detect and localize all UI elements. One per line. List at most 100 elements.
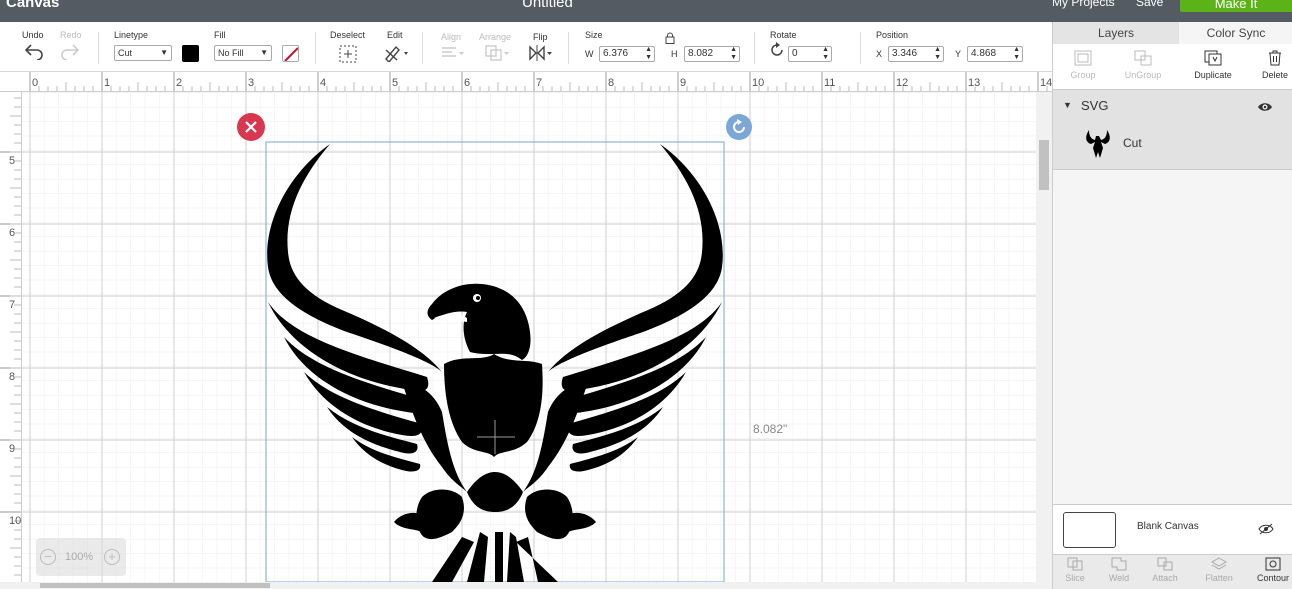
zoom-out-icon[interactable]: − [40,549,56,565]
rotate-input[interactable]: 0 ▲ ▼ [788,46,832,62]
height-dimension-label: 8.082" [753,422,788,436]
position-label: Position [876,30,909,40]
linetype-label: Linetype [114,30,149,40]
weld-button[interactable]: Weld [1097,557,1141,583]
chevron-down-icon: ▼ [160,48,168,57]
rotate-handle[interactable] [726,114,752,140]
ruler-label: 7 [536,77,542,89]
zoom-in-icon[interactable]: + [104,549,120,565]
position-x-input[interactable]: 3.346 ▲ ▼ [888,46,944,62]
ruler-label: 0 [32,77,38,89]
weld-icon [1097,557,1141,573]
attach-button[interactable]: Attach [1143,557,1187,583]
fill-color-swatch[interactable] [282,45,299,62]
scrollbar-thumb[interactable] [40,583,270,588]
save-link[interactable]: Save [1136,0,1163,9]
eye-hidden-icon[interactable] [1258,522,1274,540]
lock-icon[interactable] [665,32,675,47]
position-y-input[interactable]: 4.868 ▲ ▼ [967,46,1023,62]
linetype-select[interactable]: Cut ▼ [114,45,172,61]
contour-button[interactable]: Contour [1251,557,1292,583]
document-title[interactable]: Untitled [522,0,573,11]
ruler-label: 2 [176,77,182,89]
design-canvas[interactable]: 8.082" − 100% + [22,92,1036,582]
fill-select[interactable]: No Fill ▼ [214,45,272,61]
arrange-label: Arrange [479,32,512,42]
stepper-arrows-icon[interactable]: ▲ ▼ [730,46,737,62]
redo-icon[interactable] [60,42,80,65]
size-label: Size [585,30,603,40]
ungroup-button[interactable]: UnGroup [1113,50,1173,80]
vertical-ruler: 5 6 7 8 9 10 [0,92,22,589]
expand-caret-icon[interactable]: ▼ [1063,100,1072,110]
eagle-pupil [476,296,480,300]
scrollbar-thumb[interactable] [1039,140,1049,190]
ruler-label: 6 [464,77,470,89]
duplicate-button[interactable]: Duplicate [1183,50,1243,80]
edit-icon[interactable] [383,44,411,67]
slice-button[interactable]: Slice [1053,557,1097,583]
undo-label: Undo [22,30,44,40]
linetype-value: Cut [118,48,133,58]
x-label: X [876,49,883,59]
divider [568,32,569,64]
layers-panel: Layers Color Sync Group UnGroup Duplicat… [1052,22,1292,589]
arrange-icon[interactable] [484,44,512,67]
ruler-label: 4 [320,77,326,89]
make-it-button[interactable]: Make It [1180,0,1292,12]
layer-item-name: Cut [1123,136,1142,150]
layer-item-cut[interactable]: Cut [1053,122,1292,170]
my-projects-link[interactable]: My Projects [1052,0,1115,9]
height-input[interactable]: 8.082 ▲ ▼ [684,46,740,62]
divider [98,32,99,64]
ungroup-icon [1113,50,1173,70]
delete-label: Delete [1261,70,1288,80]
flatten-label: Flatten [1205,573,1233,583]
edit-toolbar: Undo Redo Linetype Cut ▼ Fill No Fill ▼ … [0,22,1052,72]
group-button[interactable]: Group [1053,50,1113,80]
width-input[interactable]: 6.376 ▲ ▼ [599,46,655,62]
stepper-arrows-icon[interactable]: ▲ ▼ [1013,46,1020,62]
height-value: 8.082 [688,48,714,59]
linetype-color-swatch[interactable] [182,45,199,62]
stepper-arrows-icon[interactable]: ▲ ▼ [645,46,652,62]
vertical-scrollbar[interactable] [1036,92,1052,582]
layer-group-svg[interactable]: ▼ SVG Cut [1053,90,1292,170]
horizontal-scrollbar[interactable] [0,582,1052,589]
stepper-arrows-icon[interactable]: ▲ ▼ [822,46,829,62]
zoom-control: − 100% + [36,538,126,576]
ruler-label: 8 [608,77,614,89]
stepper-arrows-icon[interactable]: ▲ ▼ [934,46,941,62]
zoom-level: 100% [65,551,94,563]
ruler-label: 12 [896,77,908,89]
ruler-label: 3 [248,77,254,89]
y-label: Y [955,49,962,59]
flatten-button[interactable]: Flatten [1197,557,1241,583]
duplicate-label: Duplicate [1194,70,1232,80]
tab-color-sync[interactable]: Color Sync [1179,22,1292,44]
align-label: Align [441,32,462,42]
eye-icon[interactable] [1257,100,1273,118]
deselect-label: Deselect [330,30,366,40]
tab-layers[interactable]: Layers [1053,22,1179,44]
slice-icon [1053,557,1097,573]
width-label: W [585,49,594,59]
deselect-icon[interactable] [338,44,358,69]
contour-icon [1251,557,1292,573]
height-label: H [671,49,678,59]
align-icon[interactable] [440,44,466,67]
ruler-label: 11 [824,77,835,89]
flip-icon[interactable] [528,44,556,67]
blank-canvas-row[interactable]: Blank Canvas [1053,504,1292,554]
slice-label: Slice [1065,573,1085,583]
blank-canvas-swatch[interactable] [1063,512,1116,548]
rotate-icon [769,42,785,63]
position-y-value: 4.868 [971,48,997,59]
undo-icon[interactable] [24,42,44,65]
layer-tools: Group UnGroup Duplicate Delete [1053,44,1292,90]
ruler-label: 10 [752,77,764,89]
rotate-label: Rotate [770,30,797,40]
delete-button[interactable]: Delete [1245,50,1292,80]
group-icon [1053,50,1113,70]
attach-label: Attach [1152,573,1178,583]
